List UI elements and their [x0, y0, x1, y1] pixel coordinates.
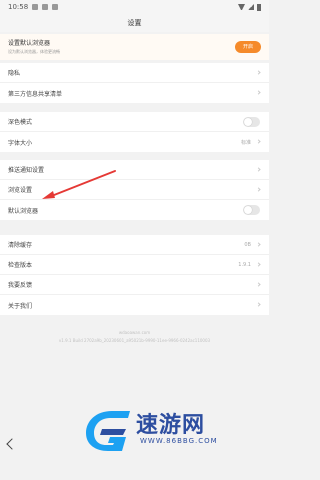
chevron-right-icon	[256, 262, 261, 267]
settings-item-label: 第三方信息共享清单	[8, 90, 63, 98]
settings-group-about: 清除缓存 0B 检查版本 1.9.1 我要反馈 关于我们	[0, 235, 269, 315]
settings-item-about-us[interactable]: 关于我们	[0, 295, 269, 315]
settings-item-label: 隐私	[8, 70, 21, 77]
settings-group-display: 深色模式 字体大小 标准	[0, 112, 269, 152]
default-browser-toggle[interactable]	[243, 205, 260, 215]
chevron-right-icon	[256, 139, 261, 144]
chevron-right-icon	[256, 242, 261, 247]
settings-item-label: 默认浏览器	[8, 207, 39, 215]
settings-item-third-party-sharing[interactable]: 第三方信息共享清单	[0, 83, 269, 103]
back-icon[interactable]	[6, 438, 18, 450]
signal-icon	[248, 4, 254, 10]
app-icon	[42, 4, 49, 10]
settings-item-check-version[interactable]: 检查版本 1.9.1	[0, 255, 269, 275]
footer-domain: wdaoawan.com	[118, 330, 151, 335]
battery-icon	[257, 3, 261, 11]
notification-icon	[32, 4, 39, 10]
chevron-right-icon	[256, 302, 261, 307]
settings-item-label: 检查版本	[8, 262, 33, 269]
bottom-nav	[0, 432, 269, 480]
settings-item-label: 字体大小	[8, 139, 33, 147]
version-value: 1.9.1	[238, 261, 251, 268]
settings-item-font-size[interactable]: 字体大小 标准	[0, 132, 269, 152]
banner-title: 设置默认浏览器	[8, 40, 51, 47]
settings-item-clear-cache[interactable]: 清除缓存 0B	[0, 235, 269, 255]
settings-item-label: 深色模式	[8, 119, 33, 126]
annotation-arrow-icon	[42, 170, 116, 199]
status-time: 10:58	[8, 3, 29, 11]
font-size-value: 标准	[240, 139, 251, 146]
chevron-right-icon	[256, 167, 261, 172]
dark-mode-toggle[interactable]	[243, 116, 260, 127]
footer-build-string: v1.9.1 Build 2702a9b_20230601_a95021b-99…	[58, 338, 211, 343]
settings-item-feedback[interactable]: 我要反馈	[0, 275, 269, 295]
wifi-icon	[238, 4, 245, 10]
page-title: 设置	[0, 14, 269, 32]
settings-item-dark-mode: 深色模式	[0, 112, 269, 132]
default-browser-banner[interactable]: 设置默认浏览器 设为默认浏览器，体验更流畅 开启	[0, 34, 269, 60]
banner-subtitle: 设为默认浏览器，体验更流畅	[8, 49, 60, 54]
settings-item-label: 关于我们	[8, 302, 33, 310]
settings-item-label: 我要反馈	[8, 282, 33, 289]
settings-item-label: 浏览设置	[8, 187, 33, 194]
settings-item-default-browser: 默认浏览器	[0, 200, 269, 220]
settings-item-privacy[interactable]: 隐私	[0, 63, 269, 83]
settings-group-privacy: 隐私 第三方信息共享清单	[0, 63, 269, 103]
build-info: wdaoawan.com v1.9.1 Build 2702a9b_202306…	[0, 330, 269, 346]
chevron-right-icon	[256, 70, 261, 75]
chevron-right-icon	[256, 187, 261, 192]
chevron-right-icon	[256, 90, 261, 95]
enable-default-browser-button[interactable]: 开启	[235, 41, 261, 53]
chevron-right-icon	[256, 282, 261, 287]
message-icon	[52, 4, 59, 10]
status-bar: 10:58	[0, 0, 269, 14]
settings-item-label: 清除缓存	[8, 242, 33, 249]
cache-size-value: 0B	[244, 241, 251, 248]
